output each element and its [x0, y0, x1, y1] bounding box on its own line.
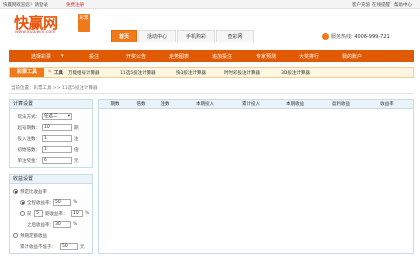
- option-min-profit: 累计收益不低于：: [20, 245, 56, 250]
- min-profit-unit: 元: [80, 245, 85, 250]
- first-rate-unit: %: [85, 211, 90, 216]
- col-period: 期数: [110, 102, 120, 107]
- tools-strip: 彩票工具 ✎ 工具 万能组号计算器 11选5投注计算器 快3投注计算器 时时彩投…: [9, 67, 414, 78]
- radio-full-rate[interactable]: [20, 200, 25, 205]
- playtype-value: 任选二: [44, 114, 58, 119]
- min-profit-input[interactable]: 50: [60, 243, 78, 250]
- main-menu: 选择彩票 ▾ 投注 开奖公告 走势图表 追加投注 专家预测 大奖排行 我的账户: [9, 50, 414, 62]
- breadcrumb: 当前位置：彩票工具 >> 11选5投注计算器: [11, 86, 98, 91]
- tools-tag: 彩票工具: [10, 68, 44, 77]
- field-label-bets: 投入注数：: [17, 137, 41, 142]
- option-first-prefix: 前: [27, 212, 32, 217]
- tab-results[interactable]: 查彩网: [216, 30, 254, 42]
- radio-fixed-profit[interactable]: [13, 233, 18, 238]
- calc-settings-title: 计算设置: [10, 100, 92, 109]
- col-bets: 注数: [160, 102, 170, 107]
- tool-link-universal[interactable]: 万能组号计算器: [68, 70, 100, 76]
- full-rate-unit: %: [73, 200, 78, 205]
- prize-unit: 元: [74, 159, 79, 164]
- col-total-cost: 累计投入: [242, 102, 260, 107]
- field-label-multiplier: 初始倍数：: [17, 148, 41, 153]
- chevron-down-icon: ▾: [67, 114, 70, 119]
- menu-select-lottery[interactable]: 选择彩票: [31, 53, 51, 60]
- tab-home[interactable]: 首页: [111, 30, 137, 42]
- option-full-rate: 全程收益率：: [27, 201, 54, 206]
- after-rate-unit: %: [73, 222, 78, 227]
- first-periods-input[interactable]: 5: [34, 210, 43, 217]
- option-first-mid: 期收益率：: [45, 212, 68, 217]
- radio-rate-mode[interactable]: [13, 189, 18, 194]
- calc-settings-panel: 计算设置 玩法方式： 任选二 ▾ 起号期数： 10 期 投入注数： 1 注 初始倍…: [9, 99, 93, 168]
- results-table: 期数 倍数 注数 本期投入 累计投入 本期收益 盈利收益 收益率: [98, 99, 414, 254]
- col-current-cost: 本期投入: [196, 102, 214, 107]
- prize-input[interactable]: 6: [42, 157, 72, 164]
- hotline: 服务热线: 4006-999-721: [331, 33, 390, 40]
- option-after-rate: 之后收益率：: [27, 223, 54, 228]
- menu-item-ranking[interactable]: 大奖排行: [299, 53, 319, 60]
- welcome-text: 快赢网欢迎您！请登录: [3, 3, 48, 8]
- bets-unit: 注: [74, 137, 79, 142]
- multiplier-unit: 倍: [74, 148, 79, 153]
- wrench-icon: ✎: [48, 70, 52, 75]
- topbar-link-help[interactable]: 帮助中心: [394, 2, 412, 8]
- hotline-number: 4006-999-721: [354, 34, 390, 40]
- menu-item-trend[interactable]: 走势图表: [169, 53, 189, 60]
- profit-settings-title: 收益设置: [10, 175, 92, 184]
- tool-link-11x5[interactable]: 11选5投注计算器: [120, 70, 156, 76]
- menu-item-bet[interactable]: 投注: [89, 53, 99, 60]
- option-fixed-profit: 预期定额收益: [20, 234, 47, 239]
- field-label-prize: 单注奖金：: [17, 159, 41, 164]
- periods-unit: 期: [74, 126, 79, 131]
- playtype-select[interactable]: 任选二 ▾: [42, 113, 72, 120]
- field-label-periods: 起号期数：: [17, 126, 41, 131]
- col-rate: 收益率: [380, 102, 394, 107]
- logo-url: www.kuaiwin.com: [15, 30, 56, 35]
- radio-first-rate[interactable]: [20, 211, 25, 216]
- periods-input[interactable]: 10: [42, 124, 72, 131]
- profit-settings-panel: 收益设置 预定比收益率 全程收益率： 50 % 前 5 期收益率： 10 % 之…: [9, 174, 93, 254]
- option-rate-mode: 预定比收益率: [20, 190, 47, 195]
- topbar-link-reminder[interactable]: 在线提醒: [372, 2, 390, 8]
- after-rate-input[interactable]: 30: [53, 221, 71, 228]
- menu-item-results[interactable]: 开奖公告: [126, 53, 146, 60]
- menu-item-account[interactable]: 我的账户: [342, 53, 362, 60]
- full-rate-input[interactable]: 50: [53, 199, 71, 206]
- hotline-label: 服务热线:: [331, 34, 353, 40]
- tool-link-ssc[interactable]: 时时彩投注计算器: [224, 70, 260, 76]
- divider: [9, 93, 414, 94]
- table-header: 期数 倍数 注数 本期投入 累计投入 本期收益 盈利收益 收益率: [99, 100, 413, 109]
- topbar-link-recharge[interactable]: 客户充值: [352, 2, 370, 8]
- phone-icon: [322, 33, 329, 40]
- tool-link-3d[interactable]: 3D投注计算器: [281, 70, 310, 76]
- menu-item-chase[interactable]: 追加投注: [212, 53, 232, 60]
- bets-input[interactable]: 1: [42, 135, 72, 142]
- multiplier-input[interactable]: 1: [42, 146, 72, 153]
- field-label-playtype: 玩法方式：: [17, 115, 41, 120]
- chevron-down-icon: ▾: [61, 53, 64, 59]
- menu-item-expert[interactable]: 专家预测: [256, 53, 276, 60]
- tab-mobile[interactable]: 手机购彩: [177, 30, 215, 42]
- logo-badge: 彩票: [78, 14, 90, 32]
- tab-activity[interactable]: 活动中心: [138, 30, 176, 42]
- tool-link-k3[interactable]: 快3投注计算器: [176, 70, 206, 76]
- first-rate-input[interactable]: 10: [71, 210, 83, 217]
- col-net-profit: 盈利收益: [332, 102, 350, 107]
- tools-label: 工具: [54, 71, 63, 76]
- top-bar: 快赢网欢迎您！请登录 免费注册 客户充值 在线提醒 帮助中心: [0, 0, 420, 9]
- col-current-prize: 本期收益: [286, 102, 304, 107]
- register-link[interactable]: 免费注册: [66, 2, 84, 8]
